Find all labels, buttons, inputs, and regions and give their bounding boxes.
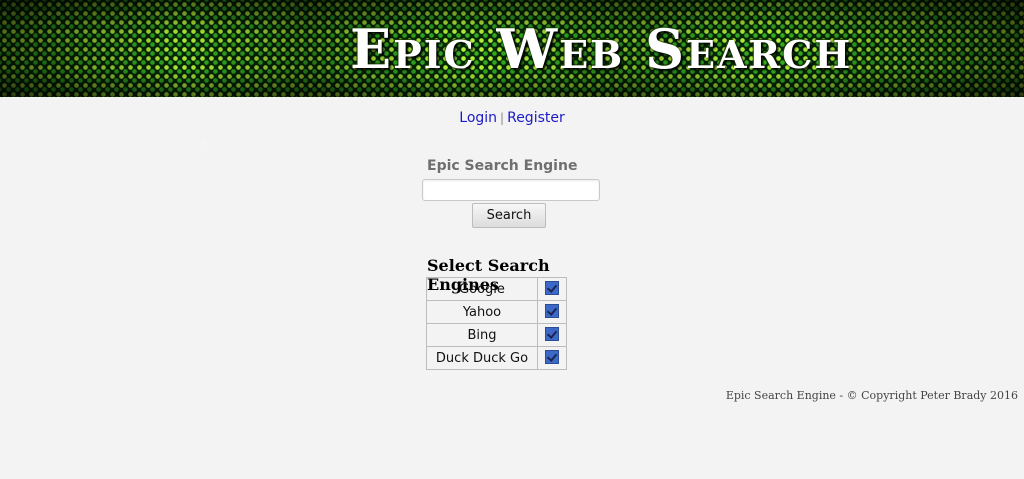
site-title: Epic Web Search — [350, 17, 853, 81]
google-checkbox[interactable] — [545, 281, 559, 295]
duckduckgo-checkbox[interactable] — [545, 350, 559, 364]
engine-name: Duck Duck Go — [426, 346, 538, 370]
engine-row-yahoo: Yahoo — [426, 300, 567, 324]
search-input[interactable] — [422, 179, 600, 201]
auth-links: Login | Register — [0, 110, 1024, 126]
footer-copyright: Epic Search Engine - © Copyright Peter B… — [725, 389, 1018, 402]
register-link[interactable]: Register — [507, 110, 565, 126]
engine-check-cell — [537, 277, 567, 301]
engine-name: Yahoo — [426, 300, 538, 324]
engine-row-duckduckgo: Duck Duck Go — [426, 346, 567, 370]
engine-name: Google — [426, 277, 538, 301]
login-link[interactable]: Login — [459, 110, 497, 126]
engine-row-google: Google — [426, 277, 567, 301]
yahoo-checkbox[interactable] — [545, 304, 559, 318]
engine-row-bing: Bing — [426, 323, 567, 347]
engine-check-cell — [537, 300, 567, 324]
engines-table: Google Yahoo Bing Duck Duck Go — [426, 277, 567, 370]
engine-check-cell — [537, 346, 567, 370]
engine-check-cell — [537, 323, 567, 347]
auth-separator: | — [500, 111, 505, 125]
header-banner: Epic Web Search — [0, 0, 1024, 97]
page: Epic Web Search Login | Register Epic Sear… — [0, 0, 1024, 479]
search-button[interactable]: Search — [472, 203, 546, 228]
bing-checkbox[interactable] — [545, 327, 559, 341]
engine-name: Bing — [426, 323, 538, 347]
search-label: Epic Search Engine — [427, 158, 578, 174]
